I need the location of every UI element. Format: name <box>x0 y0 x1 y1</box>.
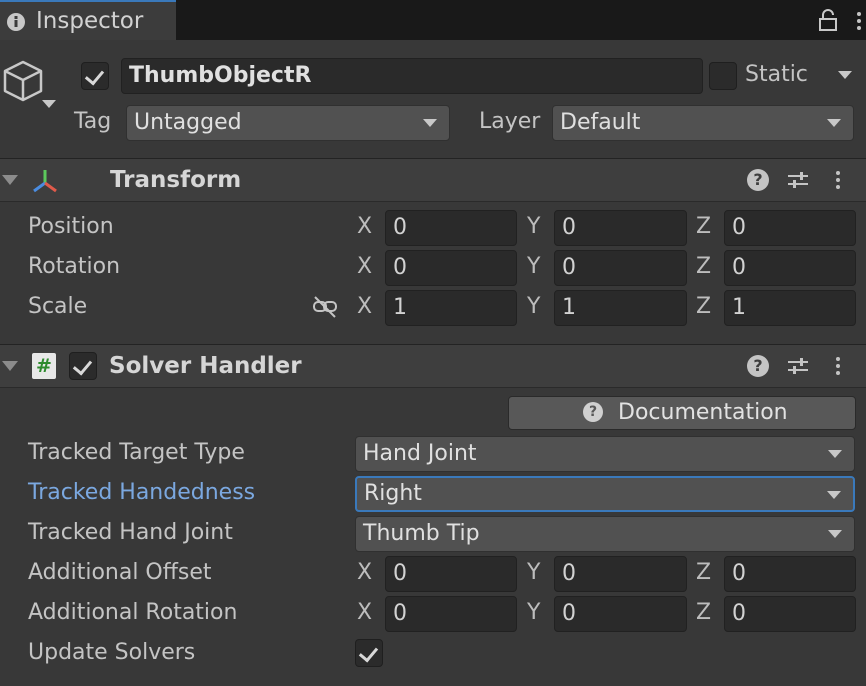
scale-label: Scale <box>28 294 88 319</box>
position-z-field[interactable]: 0 <box>724 210 856 246</box>
chevron-down-icon <box>423 119 437 127</box>
tracked-handedness-value: Right <box>364 481 422 506</box>
scale-y-label[interactable]: Y <box>527 294 540 319</box>
rotation-x-field[interactable]: 0 <box>385 250 517 286</box>
layer-label: Layer <box>479 109 541 134</box>
static-dropdown-icon[interactable] <box>838 71 852 79</box>
presets-icon[interactable] <box>787 168 809 192</box>
add-rotation-x-label[interactable]: X <box>357 600 372 625</box>
tracked-hand-joint-dropdown[interactable]: Thumb Tip <box>355 516 855 552</box>
scale-x-field[interactable]: 1 <box>385 290 517 326</box>
solver-handler-header[interactable]: # Solver Handler ? <box>0 344 866 388</box>
tab-menu-icon[interactable] <box>857 9 861 33</box>
tracked-handedness-dropdown[interactable]: Right <box>355 476 855 512</box>
layer-value: Default <box>560 110 641 135</box>
component-menu-icon[interactable] <box>836 354 840 378</box>
script-icon: # <box>32 353 56 379</box>
scale-z-field[interactable]: 1 <box>724 290 856 326</box>
position-y-field[interactable]: 0 <box>554 210 687 246</box>
rotation-z-field[interactable]: 0 <box>724 250 856 286</box>
chevron-down-icon <box>828 450 842 458</box>
rotation-y-field[interactable]: 0 <box>554 250 687 286</box>
rotation-y-label[interactable]: Y <box>527 254 540 279</box>
additional-offset-label: Additional Offset <box>28 560 212 585</box>
tab-title: Inspector <box>36 8 144 34</box>
chevron-down-icon <box>827 119 841 127</box>
tracked-target-type-value: Hand Joint <box>363 441 477 466</box>
name-field[interactable]: ThumbObjectR <box>121 58 703 94</box>
position-x-field[interactable]: 0 <box>385 210 517 246</box>
documentation-label: Documentation <box>618 400 788 425</box>
help-icon: ? <box>583 402 603 422</box>
rotation-x-label[interactable]: X <box>357 254 372 279</box>
scale-x-label[interactable]: X <box>357 294 372 319</box>
scale-z-label[interactable]: Z <box>696 294 711 319</box>
rotation-z-label[interactable]: Z <box>696 254 711 279</box>
rotation-label: Rotation <box>28 254 121 279</box>
tracked-hand-joint-label: Tracked Hand Joint <box>28 520 233 545</box>
tag-value: Untagged <box>134 110 242 135</box>
chevron-down-icon <box>827 491 841 499</box>
add-rotation-y-field[interactable]: 0 <box>554 596 687 632</box>
tracked-handedness-label: Tracked Handedness <box>28 480 256 505</box>
transform-icon <box>33 170 57 193</box>
lock-icon[interactable] <box>818 8 838 32</box>
scale-y-field[interactable]: 1 <box>554 290 687 326</box>
offset-x-label[interactable]: X <box>357 560 372 585</box>
update-solvers-label: Update Solvers <box>28 640 196 665</box>
offset-x-field[interactable]: 0 <box>385 556 517 592</box>
tracked-target-type-dropdown[interactable]: Hand Joint <box>355 436 855 472</box>
solver-handler-title: Solver Handler <box>109 353 302 379</box>
foldout-arrow-icon[interactable] <box>2 175 18 185</box>
add-rotation-x-field[interactable]: 0 <box>385 596 517 632</box>
static-checkbox[interactable] <box>709 62 737 90</box>
additional-rotation-label: Additional Rotation <box>28 600 238 625</box>
position-y-label[interactable]: Y <box>527 214 540 239</box>
transform-header[interactable]: Transform ? <box>0 158 866 202</box>
chevron-down-icon <box>828 530 842 538</box>
tracked-target-type-label: Tracked Target Type <box>28 440 245 465</box>
offset-z-field[interactable]: 0 <box>724 556 856 592</box>
active-checkbox[interactable] <box>81 62 109 90</box>
gameobject-icon[interactable] <box>2 58 60 112</box>
component-menu-icon[interactable] <box>836 168 840 192</box>
position-z-label[interactable]: Z <box>696 214 711 239</box>
help-icon[interactable]: ? <box>747 169 769 191</box>
add-rotation-z-field[interactable]: 0 <box>724 596 856 632</box>
solver-enabled-checkbox[interactable] <box>69 352 97 380</box>
position-x-label[interactable]: X <box>357 214 372 239</box>
documentation-button[interactable]: ? Documentation <box>508 396 856 430</box>
tracked-hand-joint-value: Thumb Tip <box>363 521 480 546</box>
help-icon[interactable]: ? <box>747 355 769 377</box>
inspector-tab[interactable]: Inspector <box>0 0 176 40</box>
transform-title: Transform <box>110 167 242 193</box>
add-rotation-z-label[interactable]: Z <box>696 600 711 625</box>
tag-label: Tag <box>74 109 112 134</box>
static-label: Static <box>745 62 808 87</box>
layer-dropdown[interactable]: Default <box>552 105 854 141</box>
offset-z-label[interactable]: Z <box>696 560 711 585</box>
offset-y-label[interactable]: Y <box>527 560 540 585</box>
foldout-arrow-icon[interactable] <box>2 361 18 371</box>
add-rotation-y-label[interactable]: Y <box>527 600 540 625</box>
update-solvers-checkbox[interactable] <box>355 639 383 667</box>
constrain-proportions-icon[interactable] <box>312 296 338 318</box>
position-label: Position <box>28 214 114 239</box>
offset-y-field[interactable]: 0 <box>554 556 687 592</box>
presets-icon[interactable] <box>787 354 809 378</box>
info-icon <box>7 13 25 31</box>
tag-dropdown[interactable]: Untagged <box>126 105 450 141</box>
